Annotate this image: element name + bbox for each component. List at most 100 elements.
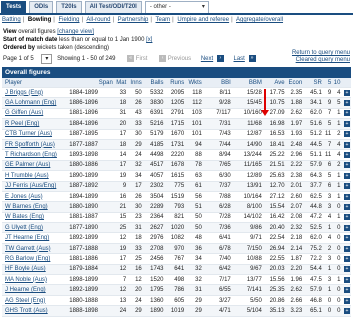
nav-team[interactable]: Team xyxy=(155,17,170,23)
table-row: JJ Ferris (Aus/Eng) 1887-1892 9 17 2302 775 61… xyxy=(2,181,351,192)
column-header[interactable]: Wkts xyxy=(185,78,203,88)
table-row: R Peel (Eng) 1884-1896 20 33 5216 1715 101 7/31… xyxy=(2,118,351,130)
player-name-link[interactable]: E Jones (Aus) xyxy=(2,191,69,203)
player-detail-button[interactable]: + xyxy=(341,212,351,224)
table-cell: 62.0 xyxy=(303,108,323,120)
table-cell: 7/150 xyxy=(231,243,263,255)
nav-all-round[interactable]: All-round xyxy=(86,17,110,23)
nav-partnership[interactable]: Partnership xyxy=(118,17,149,23)
table-cell: 1 xyxy=(332,212,342,224)
player-detail-button[interactable]: + xyxy=(341,243,351,255)
table-cell: 2289 xyxy=(142,201,165,213)
player-name-link[interactable]: TW Garrett (Aus) xyxy=(2,243,69,255)
player-name-link[interactable]: MA Noble (Aus) xyxy=(2,274,69,286)
player-name-link[interactable]: HF Boyle (Aus) xyxy=(2,264,69,276)
table-cell: 51.6 xyxy=(303,118,323,130)
player-name-link[interactable]: GA Lohmann (Eng) xyxy=(2,97,69,109)
nav-fielding[interactable]: Fielding xyxy=(59,17,80,23)
player-name-link[interactable]: W Bates (Eng) xyxy=(2,212,69,224)
player-name-link[interactable]: H Trumble (Aus) xyxy=(2,170,69,182)
nav-aggregate[interactable]: Aggregate/overall xyxy=(236,17,283,23)
nav-umpire-referee[interactable]: Umpire and referee xyxy=(177,17,229,23)
player-detail-button[interactable]: + xyxy=(341,139,351,151)
table-cell: 2.66 xyxy=(285,295,304,307)
player-name-link[interactable]: G Ulyett (Eng) xyxy=(2,222,69,234)
player-name-link[interactable]: AG Steel (Eng) xyxy=(2,295,69,307)
player-detail-button[interactable]: + xyxy=(341,129,351,140)
table-cell: 7 xyxy=(322,108,333,120)
plus-icon: + xyxy=(344,110,350,117)
player-detail-button[interactable]: + xyxy=(341,295,351,307)
player-name-link[interactable]: G Giffen (Aus) xyxy=(2,108,69,120)
player-name-link[interactable]: GE Palmer (Aus) xyxy=(2,160,69,172)
table-cell: 11 xyxy=(322,129,333,140)
player-name-link[interactable]: GHS Trott (Aus) xyxy=(2,305,69,317)
player-detail-button[interactable]: + xyxy=(341,222,351,234)
player-detail-button[interactable]: + xyxy=(341,181,351,192)
tab-t20is[interactable]: T20Is xyxy=(56,1,82,13)
player-name-link[interactable]: J Hearne (Eng) xyxy=(2,284,69,296)
table-cell: 29 xyxy=(127,305,143,317)
previous-page-button[interactable]: ‹ Previous xyxy=(157,53,191,65)
table-cell: 26.94 xyxy=(262,243,286,255)
player-name-link[interactable]: JJ Ferris (Aus/Eng) xyxy=(2,181,69,192)
plus-icon: + xyxy=(344,307,350,314)
table-cell: 33 xyxy=(113,87,128,99)
tab-tests[interactable]: Tests xyxy=(1,1,27,13)
player-name-link[interactable]: FR Spofforth (Aus) xyxy=(2,139,69,151)
player-detail-button[interactable]: + xyxy=(341,191,351,203)
table-cell: 19 xyxy=(113,243,128,255)
table-cell: 2976 xyxy=(142,232,165,244)
change-view-link[interactable]: [change view] xyxy=(57,29,94,35)
nav-bowling[interactable]: Bowling xyxy=(28,17,51,23)
player-name-link[interactable]: J Briggs (Eng) xyxy=(2,87,69,99)
player-name-link[interactable]: RG Barlow (Eng) xyxy=(2,253,69,265)
table-cell: 37.7 xyxy=(303,181,323,192)
player-detail-button[interactable]: + xyxy=(341,253,351,265)
column-header[interactable]: Ave xyxy=(262,78,286,88)
cleared-query-menu-link[interactable]: Cleared query menu xyxy=(292,57,350,64)
player-detail-button[interactable]: + xyxy=(341,284,351,296)
player-detail-button[interactable]: + xyxy=(341,108,351,120)
tab-all-formats[interactable]: All Test/ODI/T20I xyxy=(84,1,142,13)
player-name-link[interactable]: T Richardson (Eng) xyxy=(2,149,69,161)
table-cell: 50 xyxy=(127,87,143,99)
player-detail-button[interactable]: + xyxy=(341,160,351,172)
table-cell: 47.2 xyxy=(303,212,323,224)
start-date-label: Start of match date xyxy=(3,37,58,43)
player-detail-button[interactable]: + xyxy=(341,87,351,99)
player-detail-button[interactable]: + xyxy=(341,305,351,317)
stat-type-nav: Batting | Bowling | Fielding | All-round | P… xyxy=(0,13,353,26)
player-detail-button[interactable]: + xyxy=(341,232,351,244)
player-detail-button[interactable]: + xyxy=(341,97,351,109)
player-name-link[interactable]: R Peel (Eng) xyxy=(2,118,69,130)
page-size-select[interactable]: ▾ xyxy=(41,54,53,64)
table-cell: 2.22 xyxy=(285,160,304,172)
first-page-button[interactable]: « First xyxy=(125,53,147,65)
tab-odis[interactable]: ODIs xyxy=(29,1,54,13)
remove-filter-link[interactable]: [x] xyxy=(146,37,152,43)
table-cell: 16.42 xyxy=(262,212,286,224)
table-cell: 7/43 xyxy=(202,129,232,140)
table-cell: 1 xyxy=(332,181,342,192)
plus-icon: + xyxy=(344,255,350,262)
nav-batting[interactable]: Batting xyxy=(2,17,21,23)
player-name-link[interactable]: JT Hearne (Eng) xyxy=(2,232,69,244)
table-cell: 6391 xyxy=(142,108,165,120)
table-cell: 36 xyxy=(185,243,203,255)
player-detail-button[interactable]: + xyxy=(341,201,351,213)
player-name-link[interactable]: CTB Turner (Aus) xyxy=(2,129,69,140)
player-detail-button[interactable]: + xyxy=(341,149,351,161)
table-cell: 1.97 xyxy=(285,118,304,130)
table-cell: 11/165 xyxy=(231,160,263,172)
player-detail-button[interactable]: + xyxy=(341,170,351,182)
player-detail-button[interactable]: + xyxy=(341,264,351,276)
return-query-menu-link[interactable]: Return to query menu xyxy=(292,50,350,57)
last-page-button[interactable]: Last » xyxy=(234,53,256,65)
player-detail-button[interactable]: + xyxy=(341,118,351,130)
next-page-button[interactable]: Next › xyxy=(201,53,224,65)
table-cell: 0 xyxy=(322,295,333,307)
player-detail-button[interactable]: + xyxy=(341,274,351,286)
player-name-link[interactable]: W Barnes (Eng) xyxy=(2,201,69,213)
other-format-select[interactable]: - other - xyxy=(144,1,209,13)
